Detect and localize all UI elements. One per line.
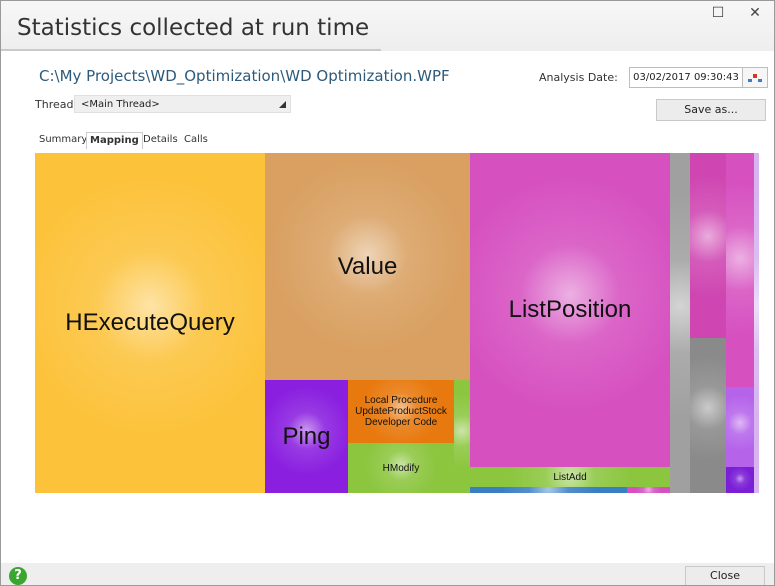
statistics-window: Statistics collected at run time ☐ ✕ C:\… xyxy=(0,0,775,586)
treemap-cell-listadd[interactable]: ListAdd xyxy=(470,467,670,487)
help-icon[interactable]: ? xyxy=(9,567,27,585)
treemap-cell-hmodify[interactable]: HModify xyxy=(348,443,454,493)
close-window-button[interactable]: ✕ xyxy=(741,3,769,23)
treemap-cell-violet[interactable] xyxy=(726,387,754,467)
tab-mapping[interactable]: Mapping xyxy=(86,132,143,149)
treemap-cell-lavender[interactable] xyxy=(754,153,759,493)
tab-details[interactable]: Details xyxy=(140,132,181,148)
maximize-button[interactable]: ☐ xyxy=(704,3,732,23)
treemap-cell-magenta-2[interactable] xyxy=(726,153,754,387)
treemap-cell-ping[interactable]: Ping xyxy=(265,380,348,493)
treemap-cell-hexecutequery[interactable]: HExecuteQuery xyxy=(35,153,265,493)
treemap-cell-value[interactable]: Value xyxy=(265,153,470,380)
treemap-cell-small-green[interactable] xyxy=(454,380,470,493)
thread-select-value: <Main Thread> xyxy=(81,99,160,110)
save-as-button[interactable]: Save as... xyxy=(656,99,766,121)
tab-calls[interactable]: Calls xyxy=(181,132,211,148)
status-bar: ? Close xyxy=(1,563,774,585)
title-underline xyxy=(1,49,381,51)
close-button[interactable]: Close xyxy=(685,566,765,585)
project-file-path: C:\My Projects\WD_Optimization\WD Optimi… xyxy=(39,67,450,85)
treemap-cell-magenta-1[interactable] xyxy=(690,153,726,338)
thread-select[interactable]: <Main Thread> xyxy=(74,95,291,113)
dropdown-arrow-icon xyxy=(279,101,286,108)
treemap-cell-gray-1[interactable] xyxy=(670,153,690,493)
analysis-date-field[interactable]: 03/02/2017 09:30:43 xyxy=(629,67,743,88)
thread-label: Thread: xyxy=(35,98,78,111)
tab-summary[interactable]: Summary xyxy=(36,132,90,148)
date-picker-button[interactable] xyxy=(742,67,768,88)
treemap-cell-local-procedure[interactable]: Local Procedure UpdateProductStock Devel… xyxy=(348,380,454,443)
treemap-cell-small-blue[interactable] xyxy=(470,487,627,493)
analysis-date-label: Analysis Date: xyxy=(539,71,618,84)
title-bar: Statistics collected at run time ☐ ✕ xyxy=(1,1,774,51)
treemap-cell-gray-2[interactable] xyxy=(690,338,726,493)
treemap: HExecuteQuery Value Ping Local Procedure… xyxy=(35,153,759,493)
treemap-cell-listposition[interactable]: ListPosition xyxy=(470,153,670,467)
treemap-cell-small-pink[interactable] xyxy=(627,487,670,493)
window-title: Statistics collected at run time xyxy=(17,15,370,41)
calendar-icon xyxy=(748,74,762,82)
treemap-cell-purple[interactable] xyxy=(726,467,754,493)
